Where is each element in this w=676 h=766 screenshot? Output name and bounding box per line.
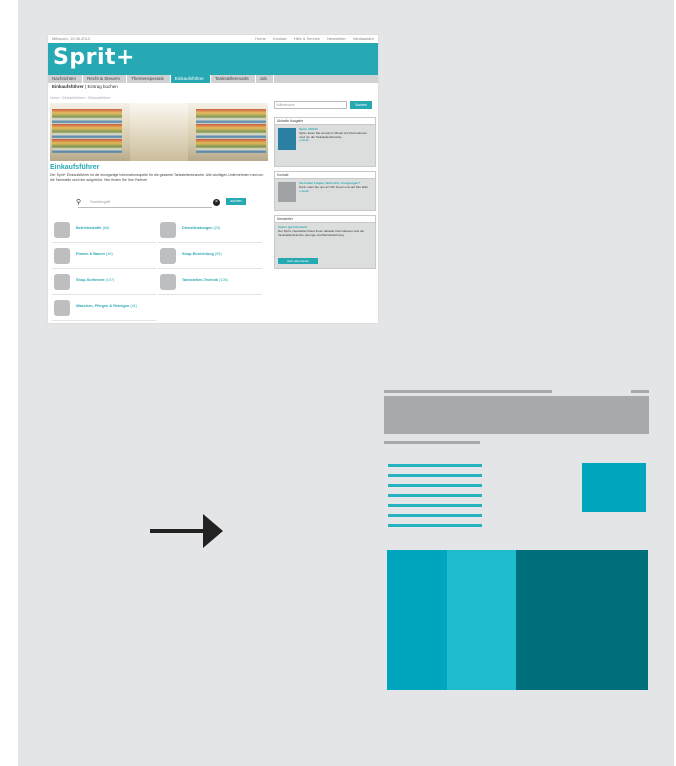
hero-shelf-left xyxy=(52,109,122,153)
carwash-icon xyxy=(54,300,70,316)
category-item[interactable]: Tankstellen-Technik (106) xyxy=(158,270,262,295)
sidebar-search-input[interactable]: Volltextsuche xyxy=(274,101,347,109)
sub-nav: Einkaufsführer | Eintrag buchen xyxy=(52,84,118,89)
box-header: Aktuelle Ausgabe xyxy=(275,118,375,125)
nav-tab-einkaufsfuehrer[interactable]: Einkaufsführer xyxy=(170,75,211,83)
search-button[interactable]: suchen xyxy=(226,198,246,205)
category-name: Waschen, Pflegen & Reinigen xyxy=(76,304,130,308)
category-name: Tankstellen-Technik xyxy=(182,278,218,282)
sidebar-search: Volltextsuche Suchen xyxy=(274,101,374,109)
category-count: (95) xyxy=(214,252,222,256)
products-icon xyxy=(54,274,70,290)
date-label: Mittwoch, 19.06.2013 xyxy=(52,36,91,41)
nav-tab-nachrichten[interactable]: Nachrichten xyxy=(48,75,84,83)
wireframe-top-line xyxy=(384,390,552,393)
logo-bar: Sprit+ xyxy=(48,43,378,75)
wireframe-header xyxy=(384,396,649,434)
wireframe-top-right-line xyxy=(631,390,649,393)
wireframe-text-line xyxy=(388,464,482,467)
box-body: Der Sprit+ Newsletter bietet Ihnen aktue… xyxy=(278,228,365,237)
box-body: Dann rufen Sie uns an! Wir freuen uns au… xyxy=(299,184,369,189)
top-link[interactable]: Hilfe & Service xyxy=(294,36,320,41)
arrow-right-icon xyxy=(203,514,223,548)
category-count: (106) xyxy=(219,278,228,282)
service-icon xyxy=(160,222,176,238)
category-item[interactable]: Betriebsstoffe (68) xyxy=(52,218,156,243)
category-count: (46) xyxy=(105,252,113,256)
top-link[interactable]: Home xyxy=(255,36,266,41)
subscribe-button[interactable]: Jetzt abonnieren xyxy=(278,258,318,264)
wireframe-content-block-1 xyxy=(387,550,447,690)
wireframe-subnav-line xyxy=(384,441,480,444)
box-text: Sie haben Fragen, Wünsche, Anregungen? D… xyxy=(299,181,371,194)
shelf-icon xyxy=(160,248,176,264)
clear-icon[interactable]: × xyxy=(213,199,220,206)
sidebar-search-button[interactable]: Suchen xyxy=(350,101,372,109)
main-nav: Nachrichten Recht & Steuern Themenspecia… xyxy=(48,75,378,83)
subnav-link[interactable]: Eintrag buchen xyxy=(87,84,117,89)
box-header: Kontakt xyxy=(275,172,375,179)
contact-box: Kontakt Sie haben Fragen, Wünsche, Anreg… xyxy=(274,171,376,211)
nav-tab-recht[interactable]: Recht & Steuern xyxy=(83,75,128,83)
page-title: Einkaufsführer xyxy=(50,164,100,171)
wireframe-text-line xyxy=(388,524,482,527)
wireframe-text-line xyxy=(388,474,482,477)
category-name: Shop-Einrichtung xyxy=(182,252,214,256)
wireframe-content-block-3 xyxy=(516,550,648,690)
category-count: (41) xyxy=(130,304,138,308)
top-links: Home Kontakt Hilfe & Service Newsletter … xyxy=(249,36,374,41)
category-name: Dienstleistungen xyxy=(182,226,213,230)
wireframe-sidebar-block xyxy=(582,463,646,512)
nav-tab-themen[interactable]: Themenspecials xyxy=(127,75,171,83)
pump-icon xyxy=(160,274,176,290)
wireframe-text-line xyxy=(388,494,482,497)
more-link[interactable]: » mehr xyxy=(299,189,371,194)
category-item[interactable]: Shop-Einrichtung (95) xyxy=(158,244,262,269)
box-header: Newsletter xyxy=(275,216,375,223)
category-item[interactable]: Shop-Sortiment (107) xyxy=(52,270,156,295)
category-count: (68) xyxy=(102,226,110,230)
category-name: Shop-Sortiment xyxy=(76,278,105,282)
search-placeholder: Suchbegriff xyxy=(90,199,111,204)
box-text: Sprit+ 6/2013 Sprit+ lesen Sie einmal im… xyxy=(299,127,371,143)
hero-aisle xyxy=(130,103,188,161)
site-logo[interactable]: Sprit+ xyxy=(53,45,135,70)
wireframe-content-block-2 xyxy=(447,550,516,690)
category-count: (107) xyxy=(105,278,115,282)
more-link[interactable]: » mehr xyxy=(299,139,371,143)
search-icon: ⚲ xyxy=(76,199,82,206)
website-screenshot: Mittwoch, 19.06.2013 Home Kontakt Hilfe … xyxy=(48,35,378,323)
box-text: Immer gut informiert Der Sprit+ Newslett… xyxy=(278,225,372,237)
issue-box: Aktuelle Ausgabe Sprit+ 6/2013 Sprit+ le… xyxy=(274,117,376,167)
category-count: (23) xyxy=(213,226,221,230)
nav-tab-tankstellenmarkt[interactable]: Tankstellenmarkt xyxy=(211,75,256,83)
top-link[interactable]: Newsletter xyxy=(327,36,346,41)
construction-icon xyxy=(54,248,70,264)
newsletter-box: Newsletter Immer gut informiert Der Spri… xyxy=(274,215,376,269)
intro-text: Der Sprit+ Einkaufsführer ist die einzig… xyxy=(50,173,264,182)
hero-image xyxy=(50,103,268,161)
category-item[interactable]: Dienstleistungen (23) xyxy=(158,218,262,243)
top-bar: Mittwoch, 19.06.2013 Home Kontakt Hilfe … xyxy=(48,35,378,43)
oil-can-icon xyxy=(54,222,70,238)
category-name: Planen & Bauen xyxy=(76,252,105,256)
wireframe-text-line xyxy=(388,514,482,517)
subnav-active[interactable]: Einkaufsführer xyxy=(52,84,84,89)
wireframe-text-line xyxy=(388,504,482,507)
arrow-shaft xyxy=(150,529,210,533)
category-item[interactable]: Waschen, Pflegen & Reinigen (41) xyxy=(52,296,156,321)
magazine-cover[interactable] xyxy=(278,128,296,150)
top-link[interactable]: Mediadaten xyxy=(353,36,374,41)
search-field[interactable]: ⚲ Suchbegriff × xyxy=(76,198,220,208)
nav-tab-job[interactable]: Job xyxy=(256,75,274,83)
breadcrumb: Home › Einkaufsführer › Einkaufsführer xyxy=(50,96,111,100)
hero-shelf-right xyxy=(196,109,266,153)
top-link[interactable]: Kontakt xyxy=(273,36,287,41)
box-body: Sprit+ lesen Sie einmal im Monat mit Inf… xyxy=(299,130,367,139)
category-item[interactable]: Planen & Bauen (46) xyxy=(52,244,156,269)
contact-photo xyxy=(278,182,296,202)
category-name: Betriebsstoffe xyxy=(76,226,102,230)
wireframe-text-line xyxy=(388,484,482,487)
